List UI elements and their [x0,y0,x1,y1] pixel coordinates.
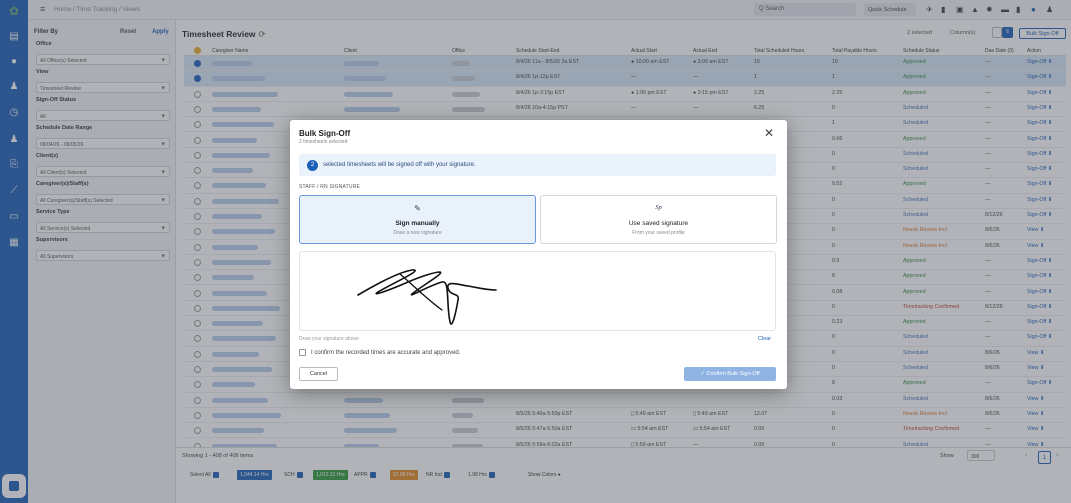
dialog-subtitle: 2 timesheets selected [299,139,348,145]
cancel-button[interactable]: Cancel [299,367,338,381]
signature-section-label: STAFF / RN SIGNATURE [299,184,361,190]
clear-signature-button[interactable]: Clear [758,336,771,342]
saved-signature-icon: Sp [655,204,662,211]
saved-signature-title: Use saved signature [628,220,689,227]
sign-manually-subtitle: Draw a new signature [393,230,442,236]
close-icon[interactable]: ✕ [764,127,774,139]
confirm-checkbox-label: I confirm the recorded times are accurat… [311,350,461,357]
dialog-title: Bulk Sign-Off [299,129,351,138]
app: ✿ ▤ ● ♟ ◷ ♟ ⎘ ⟋ ▭ ▦ ≡ Home / Time Tracki… [0,0,1071,503]
confirm-checkbox-box[interactable] [299,349,306,356]
pen-icon: ✎ [414,204,421,213]
confirm-bulk-signoff-button[interactable]: ✓ Confirm Bulk Sign-Off [684,367,776,381]
bulk-signoff-dialog: Bulk Sign-Off 2 timesheets selected ✕ 2 … [290,120,787,389]
confirm-checkbox[interactable]: I confirm the recorded times are accurat… [299,349,460,356]
sign-manually-option[interactable]: ✎ Sign manually Draw a new signature [299,195,536,244]
sign-manually-title: Sign manually [395,220,440,227]
saved-signature-option[interactable]: Sp Use saved signature From your saved p… [540,195,777,244]
selected-count-badge: 2 [307,160,318,171]
info-banner: 2 selected timesheets will be signed off… [299,154,776,176]
drawn-signature [357,269,497,325]
signature-pad[interactable] [299,251,776,331]
info-banner-text: selected timesheets will be signed off w… [323,161,476,168]
saved-signature-subtitle: From your saved profile [632,230,685,236]
signature-hint: Draw your signature above [299,336,359,342]
